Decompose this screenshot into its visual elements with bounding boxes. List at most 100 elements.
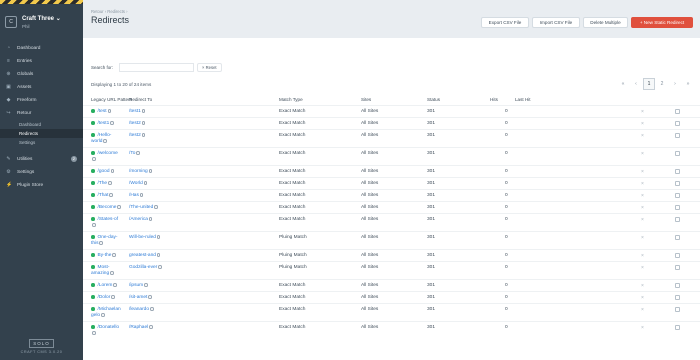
row-checkbox[interactable] [675, 253, 680, 258]
redirect-to-link[interactable]: greatest-and [129, 253, 156, 258]
info-icon[interactable] [92, 223, 96, 227]
info-icon[interactable] [154, 205, 158, 209]
info-icon[interactable] [158, 265, 162, 269]
first-page-button[interactable]: « [617, 78, 629, 90]
redirect-to-link[interactable]: Godzilla-ever [129, 265, 157, 270]
row-checkbox[interactable] [675, 151, 680, 156]
redirect-to-link[interactable]: /test1 [129, 109, 141, 114]
info-icon[interactable] [117, 205, 121, 209]
row-checkbox[interactable] [675, 325, 680, 330]
row-checkbox[interactable] [675, 307, 680, 312]
info-icon[interactable] [92, 331, 96, 335]
info-icon[interactable] [107, 109, 112, 113]
legacy-url-text[interactable]: /Michaelan [98, 307, 121, 312]
nav-freeform[interactable]: ◆ Freeform [0, 94, 83, 107]
legacy-url-text[interactable]: /good [98, 169, 110, 174]
delete-icon[interactable]: × [641, 109, 644, 115]
redirect-to-link[interactable]: /The-united [129, 205, 153, 210]
row-checkbox[interactable] [675, 121, 680, 126]
delete-icon[interactable]: × [641, 325, 644, 331]
info-icon[interactable] [99, 241, 103, 245]
delete-icon[interactable]: × [641, 151, 644, 157]
table-row[interactable]: /Michaelan gelo/leanardo Exact Match All Si… [83, 303, 700, 321]
legacy-url-text[interactable]: One-day- [98, 235, 118, 240]
legacy-url-text[interactable]: world [91, 139, 102, 144]
row-checkbox[interactable] [675, 235, 680, 240]
redirect-to-link[interactable]: /test2 [129, 121, 141, 126]
sub-nav-dashboard[interactable]: Dashboard [0, 120, 83, 129]
legacy-url-text[interactable]: /Become [98, 205, 117, 210]
col-status[interactable]: Status [427, 97, 440, 102]
legacy-url-text[interactable]: /The [98, 181, 108, 186]
col-legacy-url[interactable]: Legacy URL Pattern [91, 97, 132, 102]
row-checkbox[interactable] [675, 181, 680, 186]
info-icon[interactable] [109, 193, 113, 197]
info-icon[interactable] [148, 295, 152, 299]
legacy-url-text[interactable]: Most- [98, 265, 110, 270]
site-switcher[interactable]: C Craft Three ⌄ Phil [0, 4, 83, 34]
col-match-type[interactable]: Match Type [279, 97, 303, 102]
legacy-url-text[interactable]: /Donatello [98, 325, 120, 330]
prev-page-button[interactable]: ‹ [630, 78, 642, 90]
info-icon[interactable] [139, 193, 144, 197]
table-row[interactable]: /States-of/America Exact Match All Sites 30… [83, 213, 700, 231]
table-row[interactable]: /good/morning Exact Match All Sites 301 0 × [83, 165, 700, 177]
info-icon[interactable] [156, 235, 161, 239]
redirect-to-link[interactable]: /sit-amet [129, 295, 147, 300]
info-icon[interactable] [108, 181, 112, 185]
redirect-to-link[interactable]: /leanardo [129, 307, 149, 312]
redirect-to-link[interactable]: /morning [129, 169, 148, 174]
search-input[interactable] [119, 63, 195, 72]
legacy-url-text[interactable]: gelo [91, 313, 100, 318]
info-icon[interactable] [141, 121, 146, 125]
page-2-button[interactable]: 2 [656, 78, 668, 90]
redirect-to-link[interactable]: /World [129, 181, 143, 186]
delete-icon[interactable]: × [641, 235, 644, 241]
info-icon[interactable] [110, 121, 114, 125]
table-row[interactable]: /welcome/To Exact Match All Sites 301 0 × [83, 147, 700, 165]
row-checkbox[interactable] [675, 265, 680, 270]
legacy-url-text[interactable]: amazing [91, 271, 109, 276]
info-icon[interactable] [103, 139, 107, 143]
row-checkbox[interactable] [675, 109, 680, 114]
sub-nav-redirects[interactable]: Redirects [0, 129, 83, 138]
row-checkbox[interactable] [675, 193, 680, 198]
table-row[interactable]: /Become/The-united Exact Match All Sites 30… [83, 201, 700, 213]
legacy-url-text[interactable]: /That [98, 193, 109, 198]
nav-dashboard[interactable]: ◔ Dashboard [0, 42, 83, 55]
legacy-url-text[interactable]: /test [98, 109, 107, 114]
info-icon[interactable] [149, 325, 153, 329]
legacy-url-text[interactable]: /Lorem [98, 283, 113, 288]
info-icon[interactable] [101, 313, 105, 317]
delete-icon[interactable]: × [641, 283, 644, 289]
delete-icon[interactable]: × [641, 121, 644, 127]
nav-globals[interactable]: ⊕ Globals [0, 68, 83, 81]
table-row[interactable]: /That/Has Exact Match All Sites 301 0 × [83, 189, 700, 201]
nav-retour[interactable]: ↪ Retour [0, 107, 83, 120]
redirect-to-link[interactable]: /To [129, 151, 135, 156]
col-last-hit[interactable]: Last Hit [515, 97, 531, 102]
table-row[interactable]: /Donatello/Raphael Exact Match All Sites 30… [83, 321, 700, 339]
delete-icon[interactable]: × [641, 193, 644, 199]
info-icon[interactable] [156, 253, 161, 257]
info-icon[interactable] [113, 283, 117, 287]
info-icon[interactable] [110, 169, 115, 173]
info-icon[interactable] [92, 157, 96, 161]
redirect-to-link[interactable]: Will-be-ruled [129, 235, 156, 240]
nav-plugin-store[interactable]: ⚡ Plugin Store [0, 179, 83, 192]
sub-nav-settings[interactable]: Settings [0, 138, 83, 147]
redirect-to-link[interactable]: /America [129, 217, 148, 222]
info-icon[interactable] [150, 307, 154, 311]
info-icon[interactable] [136, 151, 140, 155]
delete-icon[interactable]: × [641, 307, 644, 313]
legacy-url-text[interactable]: /welcome [98, 151, 118, 156]
breadcrumb[interactable]: Retour › Redirects › [91, 9, 128, 14]
redirect-to-link[interactable]: /Has [129, 193, 139, 198]
last-page-button[interactable]: » [682, 78, 694, 90]
info-icon[interactable] [148, 169, 153, 173]
col-hits[interactable]: Hits [490, 97, 498, 102]
table-row[interactable]: /Dolor/sit-amet Exact Match All Sites 301 0 × [83, 291, 700, 303]
col-redirect-to[interactable]: Redirect To [129, 97, 152, 102]
info-icon[interactable] [110, 271, 114, 275]
nav-entries[interactable]: ≡ Entries [0, 55, 83, 68]
